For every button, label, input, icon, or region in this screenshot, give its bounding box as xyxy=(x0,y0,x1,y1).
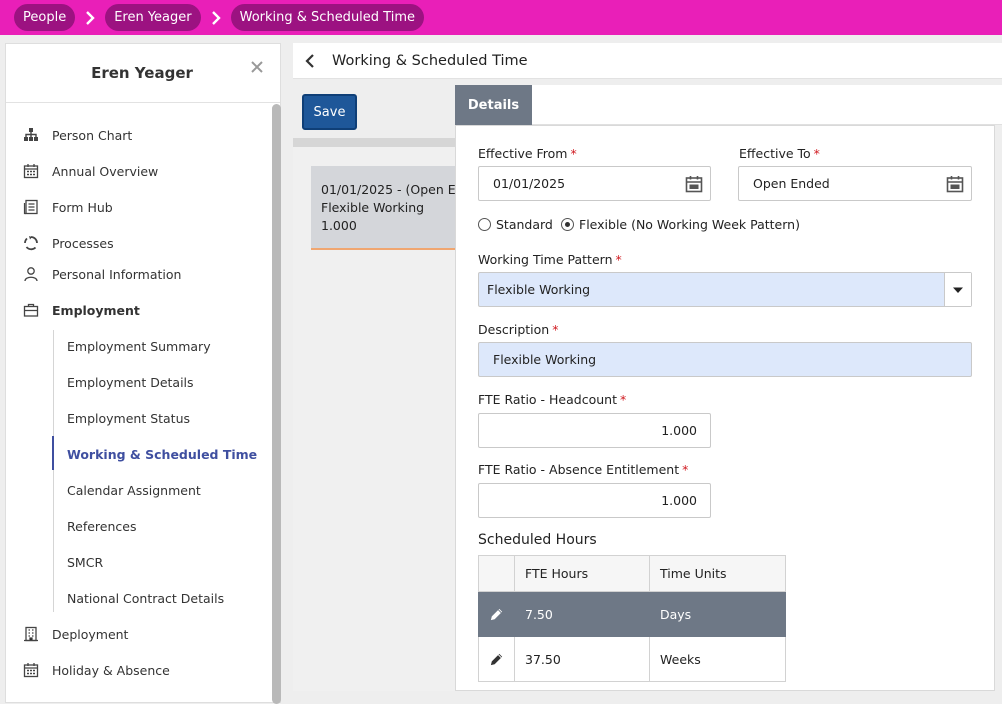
description-label: Description * xyxy=(478,322,559,337)
sidebar-item-employment-details[interactable]: Employment Details xyxy=(53,370,194,394)
time-units-cell: Weeks xyxy=(649,636,786,682)
calendar-icon xyxy=(23,663,39,678)
sidebar-scrollbar[interactable] xyxy=(272,104,281,704)
record-dates: 01/01/2025 - (Open Ended) xyxy=(321,182,458,197)
breadcrumb-current[interactable]: Working & Scheduled Time xyxy=(230,4,424,31)
radio-circle-selected[interactable] xyxy=(561,218,574,231)
scheduled-hours-table: FTE Hours Time Units 7.50 Days 37.50 Wee… xyxy=(478,555,786,682)
record-pattern: Flexible Working xyxy=(321,200,425,215)
chevron-right-icon xyxy=(75,10,105,25)
tab-bar xyxy=(532,85,1002,125)
breadcrumb-people[interactable]: People xyxy=(14,4,76,31)
column-fte-hours: FTE Hours xyxy=(514,555,650,592)
record-fte: 1.000 xyxy=(321,218,357,233)
radio-flexible[interactable]: Flexible (No Working Week Pattern) xyxy=(561,217,800,232)
sidebar-title: Eren Yeager xyxy=(91,64,193,82)
fte-hours-cell: 37.50 xyxy=(514,636,650,682)
fte-headcount-label: FTE Ratio - Headcount * xyxy=(478,392,627,407)
sidebar-header: Eren Yeager xyxy=(6,44,280,103)
effective-to-label: Effective To * xyxy=(739,146,820,161)
radio-circle[interactable] xyxy=(478,218,491,231)
org-chart-icon xyxy=(24,128,38,141)
tab-details[interactable]: Details xyxy=(455,85,532,125)
close-icon[interactable] xyxy=(249,59,265,75)
pencil-icon[interactable] xyxy=(489,652,504,667)
sidebar: Eren Yeager Person Chart Annual Overview… xyxy=(5,43,281,704)
sidebar-item-calendar-assignment[interactable]: Calendar Assignment xyxy=(53,478,201,502)
edit-cell[interactable] xyxy=(478,636,515,682)
calendar-icon[interactable] xyxy=(685,175,703,193)
table-header-row: FTE Hours Time Units xyxy=(478,555,786,592)
form-icon xyxy=(23,199,38,215)
table-row[interactable]: 7.50 Days xyxy=(478,591,786,637)
edit-cell[interactable] xyxy=(478,591,515,637)
calendar-icon xyxy=(23,164,39,179)
sidebar-item-working-scheduled-time[interactable]: Working & Scheduled Time xyxy=(53,442,257,466)
list-toolbar-strip xyxy=(293,138,458,147)
effective-from-input[interactable]: 01/01/2025 xyxy=(478,166,711,201)
fte-absence-input[interactable]: 1.000 xyxy=(478,483,711,518)
building-icon xyxy=(24,626,38,642)
description-input[interactable]: Flexible Working xyxy=(478,342,972,377)
scheduled-hours-title: Scheduled Hours xyxy=(478,532,597,548)
page-title: Working & Scheduled Time xyxy=(332,52,528,69)
working-time-pattern-select[interactable]: Flexible Working xyxy=(478,272,972,307)
effective-from-label: Effective From * xyxy=(478,146,577,161)
record-item[interactable]: 01/01/2025 - (Open Ended) Flexible Worki… xyxy=(311,166,458,250)
working-time-pattern-label: Working Time Pattern * xyxy=(478,252,622,267)
pencil-icon[interactable] xyxy=(489,607,504,622)
sidebar-item-employment-summary[interactable]: Employment Summary xyxy=(53,334,211,358)
radio-standard[interactable]: Standard xyxy=(478,217,553,232)
fte-absence-label: FTE Ratio - Absence Entitlement * xyxy=(478,462,689,477)
fte-hours-cell: 7.50 xyxy=(514,591,650,637)
processes-icon xyxy=(24,236,38,251)
page-header: Working & Scheduled Time xyxy=(293,43,1002,79)
fte-headcount-input[interactable]: 1.000 xyxy=(478,413,711,448)
edit-column-header xyxy=(478,555,515,592)
sidebar-item-employment-status[interactable]: Employment Status xyxy=(53,406,190,430)
sidebar-item-smcr[interactable]: SMCR xyxy=(53,550,103,574)
breadcrumb: People Eren Yeager Working & Scheduled T… xyxy=(0,0,1002,35)
column-time-units: Time Units xyxy=(649,555,786,592)
person-icon xyxy=(24,267,38,282)
chevron-left-icon[interactable] xyxy=(303,53,317,68)
save-button[interactable]: Save xyxy=(302,94,357,130)
sidebar-item-national-contract-details[interactable]: National Contract Details xyxy=(53,586,224,610)
table-row[interactable]: 37.50 Weeks xyxy=(478,636,786,682)
chevron-down-icon[interactable] xyxy=(944,273,971,306)
breadcrumb-person[interactable]: Eren Yeager xyxy=(105,4,201,31)
effective-to-input[interactable]: Open Ended xyxy=(738,166,972,201)
time-units-cell: Days xyxy=(649,591,786,637)
briefcase-icon xyxy=(23,303,39,317)
chevron-right-icon xyxy=(201,10,231,25)
calendar-icon[interactable] xyxy=(946,175,964,193)
sidebar-item-references[interactable]: References xyxy=(53,514,136,538)
